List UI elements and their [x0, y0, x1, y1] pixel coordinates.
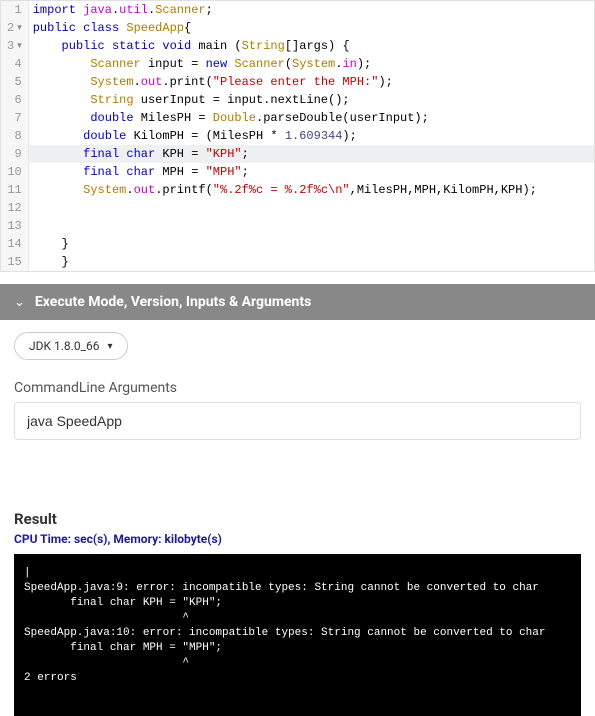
code-line[interactable]: double KilomPH = (MilesPH * 1.609344);: [33, 127, 590, 145]
code-line[interactable]: System.out.printf("%.2f%c = %.2f%c\n",Mi…: [33, 181, 590, 199]
line-number: 14: [7, 235, 22, 253]
line-number: 13: [7, 217, 22, 235]
cpu-memory-stats: CPU Time: sec(s), Memory: kilobyte(s): [14, 532, 595, 546]
jdk-version-select[interactable]: JDK 1.8.0_66 ▾: [14, 332, 128, 360]
line-number: 7: [7, 109, 22, 127]
code-line[interactable]: }: [33, 235, 590, 253]
line-gutter: 12▾3▾456789101112131415: [1, 1, 29, 271]
fold-icon[interactable]: ▾: [17, 37, 22, 55]
jdk-version-label: JDK 1.8.0_66: [29, 339, 99, 353]
chevron-down-icon: ▾: [107, 341, 112, 352]
line-number: 11: [7, 181, 22, 199]
line-number: 15: [7, 253, 22, 271]
line-number: 2▾: [7, 19, 22, 37]
code-line[interactable]: final char MPH = "MPH";: [33, 163, 590, 181]
fold-icon[interactable]: ▾: [17, 19, 22, 37]
code-line[interactable]: final char KPH = "KPH";: [29, 145, 594, 163]
line-number: 8: [7, 127, 22, 145]
result-block: Result CPU Time: sec(s), Memory: kilobyt…: [0, 510, 595, 716]
code-line[interactable]: import java.util.Scanner;: [33, 1, 590, 19]
code-line[interactable]: double MilesPH = Double.parseDouble(user…: [33, 109, 590, 127]
line-number: 6: [7, 91, 22, 109]
chevron-down-icon: ⌄: [14, 295, 25, 310]
code-line[interactable]: [33, 217, 590, 235]
code-line[interactable]: }: [33, 253, 590, 271]
terminal-output[interactable]: | SpeedApp.java:9: error: incompatible t…: [14, 554, 581, 716]
section-title: Execute Mode, Version, Inputs & Argument…: [35, 294, 311, 310]
code-line[interactable]: public class SpeedApp{: [33, 19, 590, 37]
code-editor[interactable]: 12▾3▾456789101112131415 import java.util…: [0, 0, 595, 272]
execute-section-header[interactable]: ⌄ Execute Mode, Version, Inputs & Argume…: [0, 284, 595, 320]
line-number: 10: [7, 163, 22, 181]
line-number: 5: [7, 73, 22, 91]
commandline-input[interactable]: [14, 402, 581, 440]
line-number: 1: [7, 1, 22, 19]
code-line[interactable]: public static void main (String[]args) {: [33, 37, 590, 55]
code-line[interactable]: System.out.print("Please enter the MPH:"…: [33, 73, 590, 91]
result-title: Result: [14, 510, 595, 528]
commandline-label: CommandLine Arguments: [14, 380, 595, 396]
line-number: 9: [7, 145, 22, 163]
controls-panel: JDK 1.8.0_66 ▾: [0, 320, 595, 370]
line-number: 3▾: [7, 37, 22, 55]
code-area[interactable]: import java.util.Scanner;public class Sp…: [29, 1, 594, 271]
line-number: 12: [7, 199, 22, 217]
code-line[interactable]: String userInput = input.nextLine();: [33, 91, 590, 109]
line-number: 4: [7, 55, 22, 73]
code-line[interactable]: [33, 199, 590, 217]
code-line[interactable]: Scanner input = new Scanner(System.in);: [33, 55, 590, 73]
